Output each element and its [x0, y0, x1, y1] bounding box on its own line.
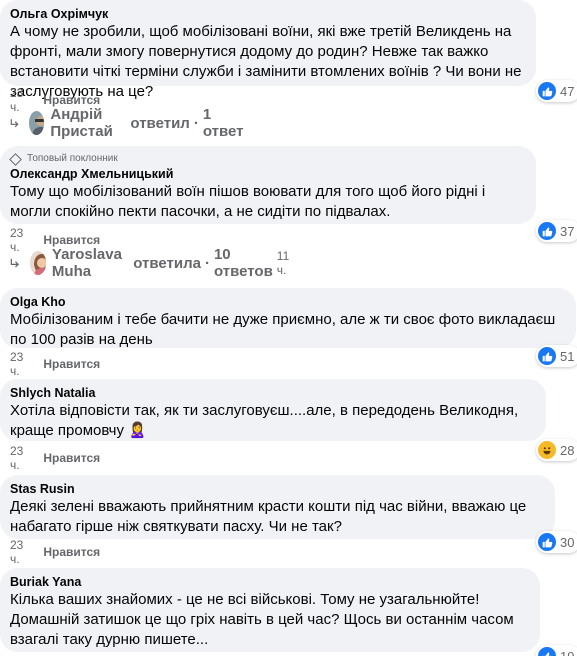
like-reaction-icon	[538, 533, 556, 551]
comment-bubble: Shlych Natalia Хотіла відповісти так, як…	[0, 379, 546, 441]
comment-time[interactable]: 23 ч.	[10, 444, 23, 472]
comment-author[interactable]: Shlych Natalia	[10, 385, 534, 401]
reaction-summary[interactable]: 28	[536, 439, 577, 461]
like-button[interactable]: Нравится	[43, 93, 100, 107]
comment-text: А чому не зробили, щоб мобілізовані воїн…	[10, 23, 522, 100]
comment-text: Тому що мобілізований воїн пішов воювати…	[10, 183, 486, 220]
reply-arrow-icon	[10, 258, 20, 268]
reply-arrow-icon	[10, 119, 19, 128]
like-button[interactable]: Нравится	[43, 451, 100, 465]
comment-author[interactable]: Олександр Хмельницький	[10, 166, 524, 182]
avatar	[28, 111, 45, 135]
comment-author[interactable]: Buriak Yana	[10, 574, 528, 590]
comment-text: Хотіла відповісти так, як ти заслуговуєш…	[10, 401, 534, 441]
reaction-count: 37	[560, 223, 575, 239]
reaction-summary[interactable]: 19	[536, 645, 577, 656]
comment-time[interactable]: 23 ч.	[10, 538, 23, 566]
top-fan-label: Топовый поклонник	[27, 153, 118, 164]
comment-bubble: Ольга Охрімчук А чому не зробили, щоб мо…	[0, 0, 536, 100]
comment-time[interactable]: 23 ч.	[10, 226, 23, 254]
comment-author[interactable]: Ольга Охрімчук	[10, 6, 524, 22]
top-fan-badge: Топовый поклонник	[9, 152, 524, 166]
comment-meta: 23 ч. Нравится	[10, 444, 100, 472]
like-button[interactable]: Нравится	[43, 545, 100, 559]
comment-bubble: Stas Rusin Деякі зелені вважають прийнят…	[0, 475, 555, 539]
comment-text: Мобілізованим і тебе бачити не дуже приє…	[10, 311, 556, 348]
avatar	[29, 251, 46, 275]
top-fan-diamond-icon	[9, 152, 22, 166]
comment-meta: 23 ч. Нравится	[10, 538, 100, 566]
person-shrugging-emoji: 🙎‍♀️	[128, 422, 147, 439]
comment-text-body: Хотіла відповісти так, як ти заслуговуєш…	[10, 402, 519, 439]
reply-separator: ·	[193, 114, 199, 132]
reply-count: 10 ответов	[213, 246, 273, 280]
like-reaction-icon	[538, 222, 556, 240]
reaction-summary[interactable]: 37	[536, 220, 577, 242]
comment-meta: 23 ч. Нравится	[10, 350, 100, 378]
like-reaction-icon	[538, 647, 556, 656]
like-button[interactable]: Нравится	[43, 233, 100, 247]
reaction-count: 30	[560, 534, 575, 550]
comment-author[interactable]: Stas Rusin	[10, 481, 543, 497]
comment-bubble: Топовый поклонник Олександр Хмельницький…	[0, 146, 536, 224]
reaction-summary[interactable]: 30	[536, 531, 577, 553]
reply-count: 1 ответ	[202, 106, 244, 140]
comment-bubble: Buriak Yana Кілька ваших знайомих - це н…	[0, 568, 540, 652]
reaction-summary[interactable]: 51	[536, 345, 577, 367]
comment-bubble: Olga Kho Мобілізованим і тебе бачити не …	[0, 288, 576, 348]
haha-reaction-icon	[538, 441, 556, 459]
like-reaction-icon	[538, 82, 556, 100]
reaction-summary[interactable]: 47	[536, 80, 577, 102]
reaction-count: 47	[560, 83, 575, 99]
comment-author[interactable]: Olga Kho	[10, 294, 564, 310]
reply-separator: ·	[204, 254, 210, 272]
reply-verb: ответила	[133, 254, 201, 272]
reply-author: Андрій Пристай	[50, 106, 113, 140]
comment-text: Кілька ваших знайомих - це не всі військ…	[10, 591, 514, 648]
like-button[interactable]: Нравится	[43, 357, 100, 371]
reply-verb: ответил	[130, 114, 190, 132]
reply-author: Yaroslava Muha	[51, 246, 122, 280]
reaction-count: 19	[560, 648, 575, 656]
reaction-count: 51	[560, 348, 575, 364]
like-reaction-icon	[538, 347, 556, 365]
reaction-count: 28	[560, 442, 575, 458]
replies-link[interactable]: Yaroslava Muha ответила · 10 ответов 11 …	[10, 246, 294, 280]
reply-time: 11 ч.	[276, 249, 290, 277]
comment-time[interactable]: 23 ч.	[10, 350, 23, 378]
comment-text: Деякі зелені вважають прийнятним красти …	[10, 498, 527, 535]
comment-time[interactable]: 23 ч.	[10, 86, 23, 114]
replies-link[interactable]: Андрій Пристай ответил · 1 ответ	[10, 106, 243, 140]
